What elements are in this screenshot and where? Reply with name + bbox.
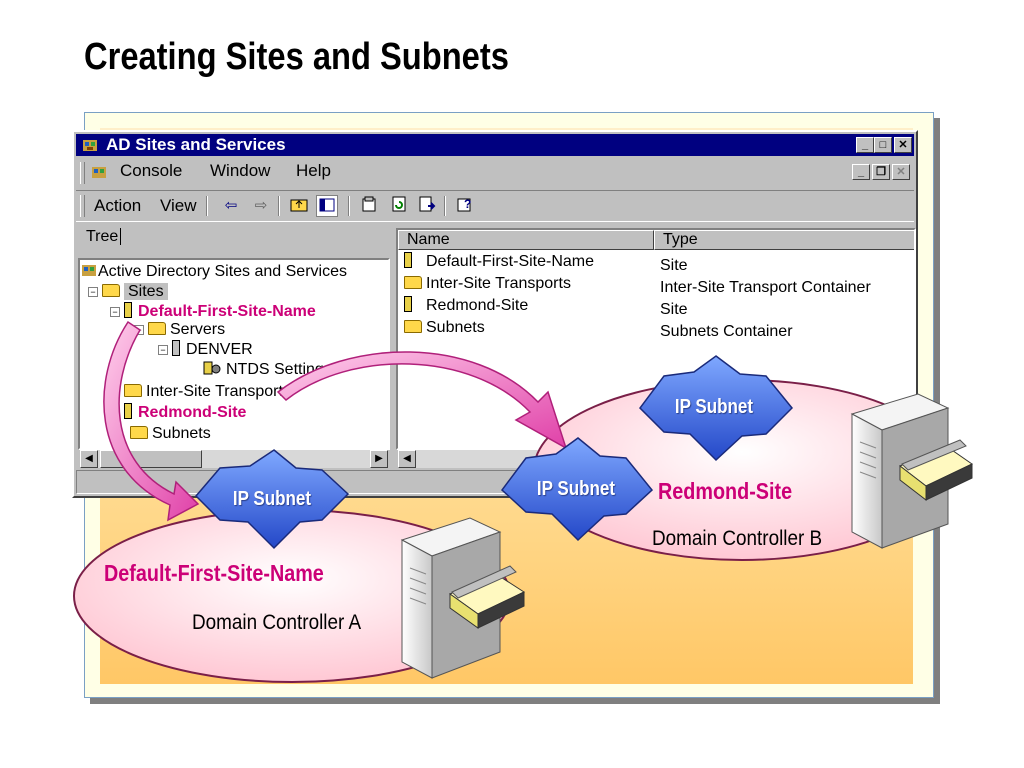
- site-a-name: Default-First-Site-Name: [104, 560, 324, 586]
- arrow-to-site-b: [276, 351, 568, 450]
- site-b-controller: Domain Controller B: [652, 527, 823, 550]
- site-a-controller: Domain Controller A: [192, 611, 362, 634]
- server-a-icon: [400, 517, 526, 679]
- ip-subnet-a-label: IP Subnet: [232, 488, 311, 510]
- site-b-name: Redmond-Site: [658, 478, 793, 504]
- ip-subnet-b-label: IP Subnet: [536, 478, 615, 500]
- diagram-overlay: [73, 320, 973, 683]
- server-b-icon: [850, 393, 973, 549]
- ip-subnet-c-label: IP Subnet: [674, 396, 753, 418]
- arrow-to-site-a: [103, 320, 200, 522]
